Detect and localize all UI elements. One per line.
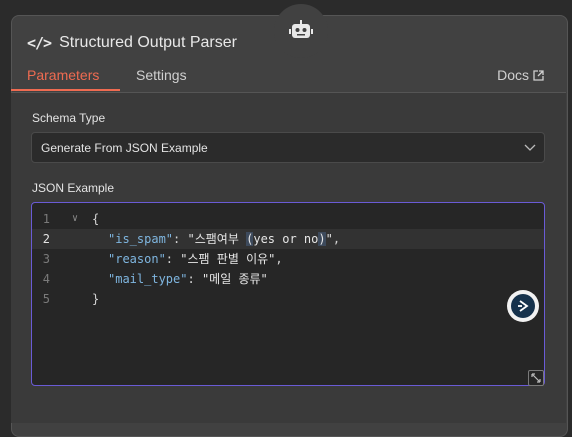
ai-assistant-button[interactable] xyxy=(507,290,539,322)
ai-assistant-icon xyxy=(511,294,535,318)
robot-icon xyxy=(289,20,313,38)
node-type-badge xyxy=(274,4,328,58)
expand-icon xyxy=(531,373,541,383)
line-number: 1 xyxy=(42,212,50,226)
schema-type-label: Schema Type xyxy=(32,111,106,125)
code-icon: </> xyxy=(27,34,52,52)
code-line: 5 } xyxy=(32,289,544,309)
line-number: 5 xyxy=(42,292,50,306)
schema-type-select[interactable]: Generate From JSON Example xyxy=(31,132,545,163)
line-number: 3 xyxy=(42,252,50,266)
tab-settings[interactable]: Settings xyxy=(136,67,187,83)
line-number: 4 xyxy=(42,272,50,286)
code-text: "mail_type": "메일 종류" xyxy=(108,272,268,286)
code-text: "is_spam": "스팸여부 (yes or no)", xyxy=(108,232,341,246)
json-value: "메일 종류" xyxy=(201,272,268,286)
tab-bar: Parameters Settings Docs xyxy=(11,62,566,93)
json-key: "is_spam" xyxy=(108,232,174,246)
docs-link[interactable]: Docs xyxy=(497,67,544,83)
tab-parameters[interactable]: Parameters xyxy=(27,67,99,83)
chevron-down-icon xyxy=(524,144,536,151)
code-line: 3 "reason": "스팸 판별 이유", xyxy=(32,249,544,269)
resize-handle[interactable] xyxy=(528,370,544,386)
node-title: Structured Output Parser xyxy=(59,34,237,51)
code-text: } xyxy=(92,292,100,306)
fold-toggle-icon[interactable]: ∨ xyxy=(72,209,78,229)
line-number: 2 xyxy=(42,232,50,246)
external-link-icon xyxy=(533,69,544,81)
json-value: "스팸여부 (yes or no)" xyxy=(187,232,333,246)
code-text: { xyxy=(92,212,100,226)
json-key: "reason" xyxy=(108,252,166,266)
json-key: "mail_type" xyxy=(108,272,188,286)
code-line: 2 "is_spam": "스팸여부 (yes or no)", xyxy=(32,229,544,249)
active-tab-indicator xyxy=(11,89,120,91)
schema-type-value: Generate From JSON Example xyxy=(41,141,208,155)
docs-label: Docs xyxy=(497,67,529,83)
code-line: 4 "mail_type": "메일 종류" xyxy=(32,269,544,289)
code-text: "reason": "스팸 판별 이유", xyxy=(108,252,283,266)
json-example-editor[interactable]: 1 ∨ { 2 "is_spam": "스팸여부 (yes or no)", 3… xyxy=(31,202,545,386)
node-header: </> Structured Output Parser xyxy=(27,34,237,52)
json-example-label: JSON Example xyxy=(32,181,115,195)
json-value: "스팸 판별 이유" xyxy=(180,252,276,266)
code-line: 1 ∨ { xyxy=(32,209,544,229)
